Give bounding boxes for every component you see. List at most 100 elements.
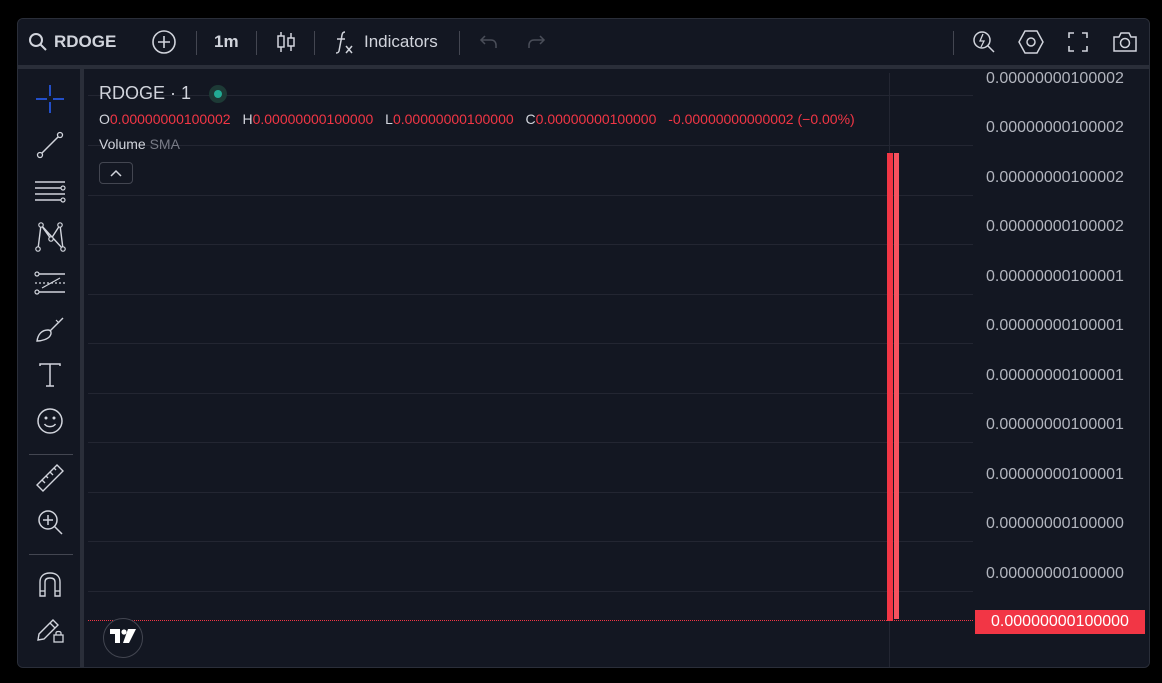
grid-line <box>88 591 973 592</box>
function-icon <box>333 29 355 55</box>
trend-line-tool[interactable] <box>33 130 67 164</box>
toolbar-divider <box>29 454 73 455</box>
grid-line <box>88 492 973 493</box>
price-tick: 0.00000000100001 <box>986 416 1124 433</box>
candles-icon <box>275 30 297 54</box>
quick-search-button[interactable] <box>971 19 997 65</box>
price-tick: 0.00000000100002 <box>986 119 1124 136</box>
drawing-toolbar <box>18 69 84 668</box>
horizontal-lines-icon <box>34 176 66 211</box>
close-key: C <box>525 111 536 127</box>
price-tick: 0.00000000100000 <box>986 515 1124 532</box>
change-value: -0.00000000000002 (−0.00%) <box>668 111 855 127</box>
grid-line <box>88 343 973 344</box>
redo-icon <box>525 32 547 52</box>
symbol-name: RDOGE <box>54 32 117 51</box>
grid-line <box>88 442 973 443</box>
last-price-label: 0.00000000100000 <box>975 610 1145 634</box>
price-tick: 0.00000000100001 <box>986 317 1124 334</box>
price-tick: 0.00000000100002 <box>986 70 1124 87</box>
price-tick: 0.00000000100001 <box>986 367 1124 384</box>
candle-body <box>887 153 893 621</box>
xabcd-pattern-icon <box>34 221 66 258</box>
low-value: 0.00000000100000 <box>392 111 514 127</box>
volume-bar <box>894 153 899 619</box>
price-tick: 0.00000000100002 <box>986 169 1124 186</box>
chart-pane[interactable]: RDOGE · 1 O0.00000000100002 H0.000000001… <box>88 73 973 667</box>
interval-label: 1m <box>214 32 239 51</box>
gear-icon <box>1017 29 1045 55</box>
lock-drawings-tool[interactable] <box>33 614 67 648</box>
grid-line <box>88 195 973 196</box>
toolbar-divider <box>953 31 954 55</box>
screenshot-button[interactable] <box>1111 19 1139 65</box>
interval-button[interactable]: 1m <box>214 19 239 65</box>
open-key: O <box>99 111 110 127</box>
undo-button[interactable] <box>478 19 500 65</box>
grid-line <box>88 541 973 542</box>
camera-icon <box>1111 30 1139 54</box>
fullscreen-button[interactable] <box>1067 19 1089 65</box>
prediction-tool[interactable] <box>33 268 67 302</box>
ohlc-values: O0.00000000100002 H0.00000000100000 L0.0… <box>99 111 863 127</box>
grid-line <box>88 244 973 245</box>
magic-search-icon <box>971 29 997 55</box>
tradingview-logo[interactable] <box>103 618 143 658</box>
price-tick: 0.00000000100001 <box>986 268 1124 285</box>
compare-symbol-button[interactable] <box>151 19 177 65</box>
magnet-icon <box>35 569 65 604</box>
brush-tool[interactable] <box>33 314 67 348</box>
crosshair-icon <box>35 84 65 119</box>
toolbar-divider <box>196 31 197 55</box>
price-axis[interactable]: 0.00000000100002 0.00000000100002 0.0000… <box>973 69 1149 667</box>
icon-tool[interactable] <box>33 406 67 440</box>
toolbar-divider <box>459 31 460 55</box>
high-key: H <box>242 111 253 127</box>
high-value: 0.00000000100000 <box>252 111 374 127</box>
text-tool[interactable] <box>33 360 67 394</box>
chart-widget: RDOGE 1m Indicators RDOGE · 1 O0.0000000… <box>17 18 1150 668</box>
tv-logo-icon <box>109 628 137 649</box>
last-price-line <box>88 620 973 621</box>
forecast-icon <box>34 268 66 303</box>
brush-icon <box>34 314 66 349</box>
pencil-lock-icon <box>34 614 66 649</box>
trend-line-icon <box>35 130 65 165</box>
measure-tool[interactable] <box>33 463 67 497</box>
series-title[interactable]: RDOGE · 1 <box>99 83 191 104</box>
market-status-dot[interactable] <box>209 85 227 103</box>
fullscreen-icon <box>1067 31 1089 53</box>
crosshair-tool[interactable] <box>33 84 67 118</box>
toolbar-divider <box>256 31 257 55</box>
chart-style-button[interactable] <box>275 19 297 65</box>
partial-tool-icon <box>35 665 65 668</box>
plus-circle-icon <box>151 29 177 55</box>
toolbar-divider <box>29 554 73 555</box>
grid-line <box>88 145 973 146</box>
price-tick: 0.00000000100001 <box>986 466 1124 483</box>
search-icon <box>28 32 48 52</box>
volume-label: Volume <box>99 136 146 152</box>
settings-button[interactable] <box>1017 19 1045 65</box>
more-tools[interactable] <box>33 657 67 668</box>
volume-legend[interactable]: Volume SMA <box>99 136 180 152</box>
volume-ma-label: SMA <box>149 136 180 152</box>
magnet-tool[interactable] <box>33 569 67 603</box>
indicators-label: Indicators <box>364 32 438 51</box>
undo-icon <box>478 32 500 52</box>
pattern-tool[interactable] <box>33 221 67 258</box>
close-value: 0.00000000100000 <box>535 111 657 127</box>
indicators-button[interactable]: Indicators <box>333 19 438 65</box>
low-key: L <box>385 111 393 127</box>
redo-button[interactable] <box>525 19 547 65</box>
smiley-icon <box>35 406 65 441</box>
collapse-legend-button[interactable] <box>99 162 133 184</box>
fib-tool[interactable] <box>33 176 67 210</box>
open-value: 0.00000000100002 <box>109 111 231 127</box>
ruler-icon <box>34 462 66 499</box>
grid-line <box>88 393 973 394</box>
zoom-tool[interactable] <box>33 507 67 541</box>
symbol-search-button[interactable]: RDOGE <box>28 19 116 65</box>
text-icon <box>35 360 65 395</box>
chevron-up-icon <box>110 164 122 182</box>
